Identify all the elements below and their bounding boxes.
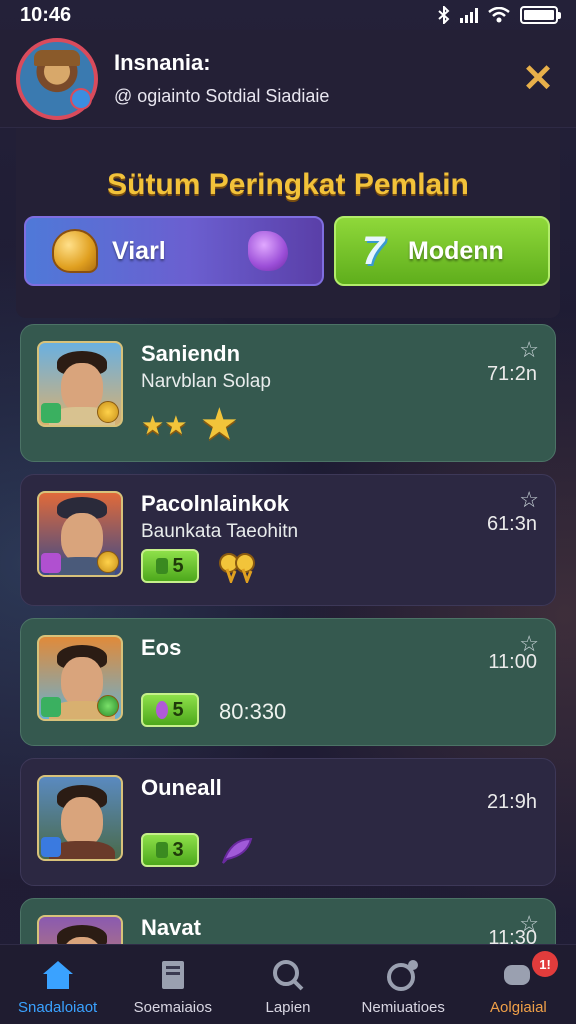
player-card[interactable]: Ouneall 21:9h 3 <box>20 758 556 886</box>
nav-label: Snadaloiaot <box>17 999 98 1016</box>
nav-scenarios[interactable]: Soemaiaios <box>115 945 230 1024</box>
chip-value: 3 <box>172 838 184 861</box>
player-name: Pacolnlainkok <box>141 491 289 516</box>
class-icon <box>41 837 61 857</box>
chip-icon <box>156 842 169 858</box>
tab-label: Viarl <box>112 236 166 265</box>
class-icon <box>41 403 61 423</box>
chip-value: 5 <box>172 698 184 721</box>
nav-home[interactable]: Snadaloiaot <box>0 945 115 1024</box>
player-name: Saniendn <box>141 341 241 366</box>
notification-badge: 1! <box>532 951 559 977</box>
close-button[interactable]: ✕ <box>518 58 558 100</box>
tab-label: Modenn <box>408 236 504 265</box>
search-icon <box>270 957 306 993</box>
page-title: Sütum Peringkat Pemlain <box>107 168 469 201</box>
helmet-icon <box>52 229 98 273</box>
chip-value: 5 <box>172 554 184 577</box>
chip-icon <box>156 701 169 719</box>
player-card[interactable]: Saniendn Narvblan Solap 71:2n ☆ ★★ ★ <box>20 324 556 462</box>
status-icons <box>438 6 561 24</box>
player-card[interactable]: Eos 11:00 ☆ 5 80:330 <box>20 618 556 746</box>
chip-icon <box>156 558 169 574</box>
hat-icon <box>34 49 80 66</box>
ribbon-icon <box>219 553 255 583</box>
badge-icon <box>97 695 119 717</box>
favorite-star-icon[interactable]: ☆ <box>519 631 539 657</box>
nav-label: Aolgiaial <box>490 999 547 1016</box>
nav-label: Soemaiaios <box>133 999 212 1016</box>
rating-stars: ★★ ★ <box>141 403 239 447</box>
tab-modenn[interactable]: 7 Modenn <box>334 216 550 286</box>
book-icon <box>155 957 191 993</box>
feather-icon <box>222 837 253 864</box>
nav-alerts[interactable]: 1! Aolgiaial <box>461 945 576 1024</box>
level-chip: 5 <box>141 693 199 727</box>
player-time: 61:3n <box>486 513 537 535</box>
signal-icon <box>460 7 478 23</box>
player-portrait <box>37 341 123 427</box>
nav-nominations[interactable]: Nemiuatioes <box>346 945 461 1024</box>
player-portrait <box>37 635 123 721</box>
favorite-star-icon[interactable]: ☆ <box>519 911 539 937</box>
player-name: Navat <box>141 915 201 940</box>
class-icon <box>41 553 61 573</box>
chat-icon <box>500 957 536 993</box>
status-bar: 10:46 <box>0 0 576 30</box>
star-icon: ★★ <box>141 410 188 440</box>
medal-icon <box>385 957 421 993</box>
player-subtitle: Narvblan Solap <box>141 371 271 392</box>
player-time: 21:9h <box>486 791 537 813</box>
nav-label: Nemiuatioes <box>361 999 445 1016</box>
bottom-nav: Snadaloiaot Soemaiaios Lapien Nemiuatioe… <box>0 944 576 1024</box>
battery-icon <box>520 6 561 24</box>
user-subtitle: @ ogiainto Sotdial Siadiaie <box>114 86 330 106</box>
username: Insnania: <box>114 50 211 75</box>
level-chip: 3 <box>141 833 199 867</box>
user-info: Insnania: @ ogiainto Sotdial Siadiaie <box>114 50 518 107</box>
player-time: 71:2n <box>486 363 537 385</box>
favorite-star-icon[interactable]: ☆ <box>519 487 539 513</box>
player-name: Ouneall <box>141 775 222 800</box>
star-icon: ★ <box>199 400 240 449</box>
favorite-star-icon[interactable]: ☆ <box>519 337 539 363</box>
player-score: 80:330 <box>219 699 287 724</box>
clock: 10:46 <box>20 3 72 26</box>
bolt-icon: 7 <box>362 229 385 273</box>
coin-icon <box>97 401 119 423</box>
profile-header: Insnania: @ ogiainto Sotdial Siadiaie ✕ <box>0 30 576 128</box>
avatar-badge-icon <box>70 87 92 110</box>
player-subtitle: Baunkata Taeohitn <box>141 521 299 542</box>
nav-label: Lapien <box>265 999 311 1016</box>
home-icon <box>40 957 76 993</box>
player-portrait <box>37 775 123 861</box>
player-name: Eos <box>141 635 182 660</box>
close-icon: ✕ <box>522 58 554 100</box>
avatar[interactable] <box>16 37 98 120</box>
player-card[interactable]: Pacolnlainkok Baunkata Taeohitn 61:3n ☆ … <box>20 474 556 606</box>
level-chip: 5 <box>141 549 199 583</box>
coin-icon <box>97 551 119 573</box>
tab-viarl[interactable]: Viarl <box>24 216 324 286</box>
gem-icon <box>248 231 288 271</box>
wifi-icon <box>488 7 510 23</box>
bluetooth-icon <box>438 6 450 24</box>
nav-search[interactable]: Lapien <box>230 945 345 1024</box>
class-icon <box>41 697 61 717</box>
player-portrait <box>37 491 123 577</box>
